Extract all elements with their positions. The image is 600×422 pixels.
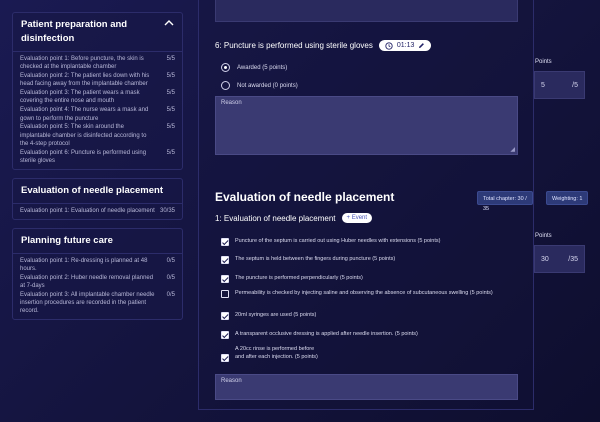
points-max: /5: [572, 81, 578, 89]
evaluation-point: Evaluation point 5: The skin around the …: [20, 124, 175, 147]
sidebar: Patient preparation and disinfection Eva…: [12, 12, 183, 328]
points-label: Points: [535, 59, 552, 65]
section-card-patient-preparation: Patient preparation and disinfection Eva…: [12, 12, 183, 170]
criterion-checkbox[interactable]: Permeability is checked by injecting sal…: [221, 290, 521, 298]
checkbox[interactable]: [221, 275, 229, 283]
previous-reason-field[interactable]: [215, 0, 518, 22]
timer-value: 01:13: [396, 42, 415, 49]
checkbox-label: Permeability is checked by injecting sal…: [235, 290, 493, 296]
evaluation-point: Evaluation point 6: Puncture is performe…: [20, 149, 175, 165]
checkbox[interactable]: [221, 256, 229, 264]
evaluation-point: Evaluation point 3: The patient wears a …: [20, 90, 175, 105]
resize-handle-icon[interactable]: ◢: [510, 146, 515, 153]
points-input[interactable]: 5 /5: [534, 71, 585, 99]
checkbox[interactable]: [221, 354, 229, 362]
evaluation-point: Evaluation point 3: All implantable cham…: [20, 291, 175, 315]
checkbox[interactable]: [221, 290, 229, 298]
timer-badge[interactable]: 01:13: [378, 40, 432, 51]
checkbox[interactable]: [221, 331, 229, 339]
section-title: Evaluation of needle placement: [215, 190, 395, 204]
pencil-icon[interactable]: [418, 42, 425, 49]
radio-not-awarded[interactable]: Not awarded (0 points): [221, 81, 298, 90]
evaluation-score: 5/5: [166, 73, 175, 80]
evaluation-score: 5/5: [166, 56, 175, 62]
evaluation-point: Evaluation point 2: The patient lies dow…: [20, 73, 175, 88]
section-header[interactable]: Evaluation of needle placement: [13, 179, 182, 204]
chevron-up-icon[interactable]: [164, 19, 174, 27]
radio-button[interactable]: [221, 63, 230, 72]
evaluation-point: Evaluation point 4: The nurse wears a ma…: [20, 107, 175, 122]
radio-awarded[interactable]: Awarded (5 points): [221, 63, 287, 72]
criterion-checkbox[interactable]: 20ml syringes are used (5 points): [221, 312, 521, 320]
checkbox-label: A transparent occlusive dressing is appl…: [235, 331, 418, 337]
evaluation-score: 0/5: [166, 274, 175, 281]
evaluation-point: Evaluation point 1: Re-dressing is plann…: [20, 257, 175, 272]
weighting-badge: Weighting: 1: [546, 191, 589, 205]
question-1-header: 1: Evaluation of needle placement + Even…: [215, 213, 373, 223]
points-label: Points: [535, 233, 552, 239]
checkbox-label: A 20cc rinse is performed before and aft…: [235, 346, 318, 360]
section-card-planning-future-care: Planning future care Evaluation point 1:…: [12, 227, 183, 321]
evaluation-score: 5/5: [166, 124, 175, 131]
question-title: 6: Puncture is performed using sterile g…: [215, 41, 373, 50]
section-header[interactable]: Patient preparation and disinfection: [13, 13, 182, 52]
checkbox-label: The puncture is performed perpendicularl…: [235, 275, 363, 281]
question-title: 1: Evaluation of needle placement: [215, 213, 336, 223]
radio-button[interactable]: [221, 81, 230, 90]
section-header[interactable]: Planning future care: [13, 229, 182, 254]
evaluation-point: Evaluation point 1: Evaluation of needle…: [20, 207, 175, 214]
checkbox[interactable]: [221, 312, 229, 320]
section-title: Evaluation of needle placement: [21, 184, 164, 196]
criterion-checkbox[interactable]: The puncture is performed perpendicularl…: [221, 275, 521, 283]
section-title: Patient preparation and disinfection: [21, 19, 128, 44]
total-chapter-badge: Total chapter: 30 / 35: [477, 191, 533, 212]
checkbox[interactable]: [221, 238, 229, 246]
criterion-checkbox[interactable]: Puncture of the septum is carried out us…: [221, 238, 521, 246]
points-max: /35: [568, 255, 578, 263]
evaluation-panel: 6: Puncture is performed using sterile g…: [198, 0, 552, 410]
reason-textarea[interactable]: Reason ◢: [215, 96, 518, 155]
points-value: 5: [541, 81, 545, 89]
evaluation-score: 5/5: [166, 107, 175, 114]
criterion-checkbox[interactable]: A 20cc rinse is performed before and aft…: [221, 346, 319, 362]
clock-icon: [385, 41, 393, 50]
question-6-header: 6: Puncture is performed using sterile g…: [215, 40, 432, 51]
evaluation-point: Evaluation point 1: Before puncture, the…: [20, 56, 175, 71]
checkbox-label: Puncture of the septum is carried out us…: [235, 238, 441, 244]
evaluation-score: 5/5: [166, 149, 175, 156]
evaluation-point: Evaluation point 2: Huber needle removal…: [20, 274, 175, 290]
points-value: 30: [541, 255, 549, 263]
reason-textarea[interactable]: Reason: [215, 374, 518, 400]
checkbox-label: 20ml syringes are used (5 points): [235, 312, 317, 318]
checkbox-label: The septum is held between the fingers d…: [235, 256, 396, 262]
evaluation-score: 30/35: [159, 207, 175, 214]
criterion-checkbox[interactable]: The septum is held between the fingers d…: [221, 256, 521, 264]
evaluation-score: 0/5: [166, 291, 175, 298]
section-card-needle-placement: Evaluation of needle placement Evaluatio…: [12, 177, 183, 220]
reason-placeholder: Reason: [221, 100, 242, 106]
reason-placeholder: Reason: [221, 378, 242, 384]
points-input[interactable]: 30 /35: [534, 245, 585, 273]
radio-label: Awarded (5 points): [237, 64, 288, 71]
radio-label: Not awarded (0 points): [237, 82, 298, 89]
section-title: Planning future care: [21, 234, 113, 246]
add-event-button[interactable]: + Event: [341, 213, 373, 223]
evaluation-score: 5/5: [166, 90, 175, 97]
criterion-checkbox[interactable]: A transparent occlusive dressing is appl…: [221, 331, 521, 339]
evaluation-score: 0/5: [166, 257, 175, 264]
